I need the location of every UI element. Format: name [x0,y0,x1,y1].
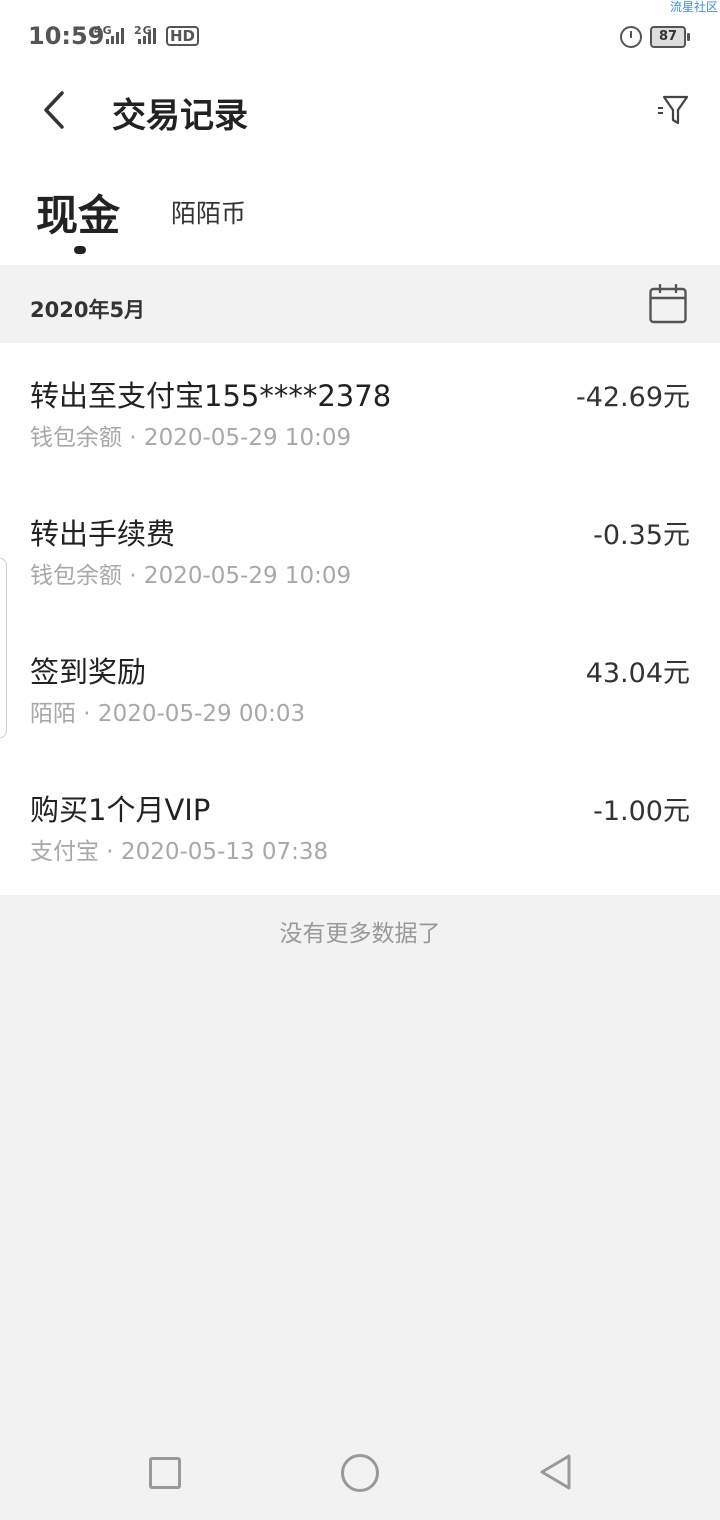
transaction-title: 转出至支付宝155****2378 [30,379,392,413]
watermark-text: 流星社区 [669,0,718,14]
transaction-row[interactable]: 签到奖励 陌陌 · 2020-05-29 00:03 43.04元 [0,619,720,757]
back-arrow-icon[interactable] [38,90,78,130]
alarm-icon [620,26,642,48]
transaction-amount: -42.69元 [575,382,690,413]
nav-back-icon[interactable] [538,1452,574,1492]
tab-momo-coin[interactable]: 陌陌币 [171,194,246,230]
status-time: 10:59 [28,22,105,50]
transaction-amount: -1.00元 [593,796,690,827]
hd-badge: HD [166,26,200,46]
transaction-list: 转出至支付宝155****2378 钱包余额 · 2020-05-29 10:0… [0,343,720,895]
transaction-row[interactable]: 购买1个月VIP 支付宝 · 2020-05-13 07:38 -1.00元 [0,757,720,895]
status-bar: 10:59 4G 2G HD 流星社区 87 [0,0,720,72]
signal-icon-2 [138,28,156,44]
month-label: 2020年5月 [30,298,146,322]
transaction-title: 签到奖励 [30,655,147,689]
tab-cash[interactable]: 现金 [36,182,120,243]
transaction-row[interactable]: 转出手续费 钱包余额 · 2020-05-29 10:09 -0.35元 [0,481,720,619]
side-drag-handle[interactable] [0,558,7,738]
calendar-icon[interactable] [649,284,687,324]
transaction-title: 购买1个月VIP [30,793,211,827]
transaction-title: 转出手续费 [30,517,176,551]
transaction-amount: 43.04元 [585,658,690,689]
filter-icon[interactable] [654,92,690,128]
battery-indicator: 87 [650,26,690,48]
no-more-data-text: 没有更多数据了 [279,921,441,947]
transaction-source: 钱包余额 · 2020-05-29 10:09 [30,563,352,589]
transaction-source: 支付宝 · 2020-05-13 07:38 [30,839,329,865]
active-tab-indicator [74,246,86,254]
home-button[interactable] [341,1454,379,1492]
transaction-amount: -0.35元 [593,520,690,551]
transaction-source: 陌陌 · 2020-05-29 00:03 [30,701,306,727]
signal-icon [106,28,124,44]
transaction-row[interactable]: 转出至支付宝155****2378 钱包余额 · 2020-05-29 10:0… [0,343,720,481]
recents-button[interactable] [149,1457,181,1489]
transaction-source: 钱包余额 · 2020-05-29 10:09 [30,425,352,451]
page-title: 交易记录 [112,96,248,136]
